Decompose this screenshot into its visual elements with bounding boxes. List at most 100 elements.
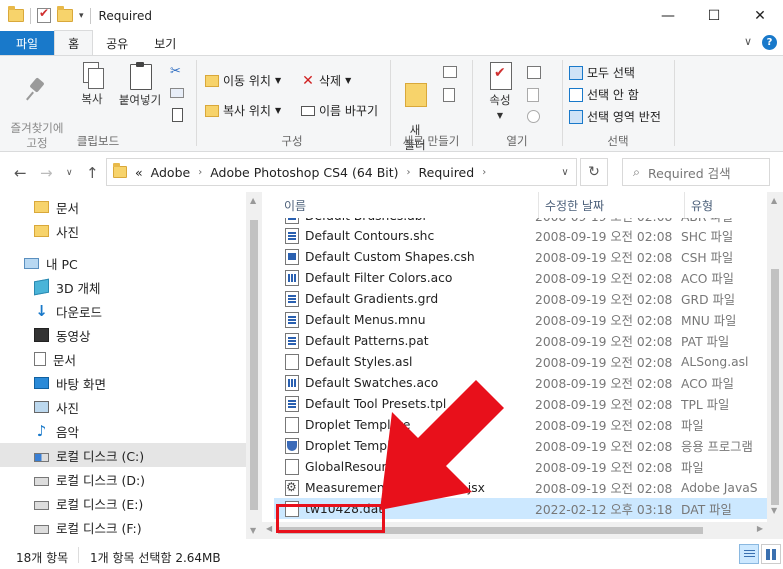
- file-list-scrollbar[interactable]: ▲ ▼: [767, 192, 783, 539]
- nav-item-label: 다운로드: [56, 304, 103, 320]
- invert-selection-button[interactable]: 선택 영역 반전: [569, 108, 661, 125]
- breadcrumb-item[interactable]: Adobe Photoshop CS4 (64 Bit): [210, 165, 398, 180]
- select-all-button[interactable]: 모두 선택: [569, 64, 635, 81]
- nav-item-drive-f[interactable]: 로컬 디스크 (F:): [0, 515, 246, 539]
- history-icon[interactable]: [527, 110, 540, 123]
- address-bar[interactable]: « Adobe › Adobe Photoshop CS4 (64 Bit) ›…: [106, 158, 577, 186]
- title-bar: ▾ Required — ☐ ✕: [0, 0, 783, 31]
- file-date: 2008-09-19 오전 02:08: [535, 271, 673, 286]
- minimize-button[interactable]: —: [645, 0, 691, 31]
- column-type[interactable]: 유형: [685, 192, 767, 218]
- copy-button[interactable]: 복사: [75, 62, 109, 107]
- nav-pane-scrollbar[interactable]: ▲ ▼: [246, 192, 262, 539]
- chevron-right-icon[interactable]: ›: [482, 167, 486, 178]
- nav-item-pictures[interactable]: 사진: [0, 395, 246, 419]
- nav-item-3d-objects[interactable]: 3D 개체: [0, 275, 246, 299]
- up-arrow-icon[interactable]: ↑: [86, 164, 99, 182]
- file-row[interactable]: Default Menus.mnu 2008-09-19 오전 02:08 MNU …: [274, 309, 767, 330]
- nav-item-music[interactable]: ♪ 음악: [0, 419, 246, 443]
- search-placeholder: Required 검색: [648, 165, 731, 181]
- nav-item-drive-c[interactable]: 로컬 디스크 (C:): [0, 443, 246, 467]
- easy-access-icon[interactable]: [443, 88, 455, 102]
- edit-icon[interactable]: [527, 88, 539, 102]
- open-icon[interactable]: [527, 66, 541, 79]
- scroll-up-icon[interactable]: ▲: [771, 196, 777, 205]
- copy-icon: [81, 62, 104, 89]
- rename-icon: [301, 105, 315, 116]
- scrollbar-thumb[interactable]: [771, 269, 779, 505]
- file-row[interactable]: Default Patterns.pat 2008-09-19 오전 02:08 P…: [274, 330, 767, 351]
- tab-share[interactable]: 공유: [93, 31, 141, 55]
- nav-item-documents[interactable]: 문서: [0, 347, 246, 371]
- tab-file[interactable]: 파일: [0, 31, 55, 55]
- search-input[interactable]: ⌕ Required 검색: [622, 158, 770, 186]
- large-icons-view-button[interactable]: [761, 544, 781, 564]
- file-row[interactable]: Default Custom Shapes.csh 2008-09-19 오전 0…: [274, 246, 767, 267]
- column-name[interactable]: 이름: [262, 192, 539, 218]
- nav-item-videos[interactable]: 동영상: [0, 323, 246, 347]
- chevron-right-icon[interactable]: ›: [407, 167, 411, 178]
- tab-home[interactable]: 홈: [54, 30, 94, 55]
- properties-quick-icon[interactable]: [37, 6, 51, 23]
- gradient-file-icon: [285, 290, 299, 307]
- forward-arrow-icon[interactable]: →: [40, 164, 53, 182]
- file-row[interactable]: Default Swatches.aco 2008-09-19 오전 02:08 A…: [274, 372, 767, 393]
- scrollbar-thumb[interactable]: [250, 220, 258, 510]
- chevron-right-icon[interactable]: ›: [198, 167, 202, 178]
- file-row[interactable]: Default Gradients.grd 2008-09-19 오전 02:08…: [274, 288, 767, 309]
- nav-item-label: 내 PC: [46, 256, 78, 272]
- nav-item-desktop[interactable]: 바탕 화면: [0, 371, 246, 395]
- scroll-left-icon[interactable]: ◀: [266, 524, 272, 533]
- address-history-dropdown[interactable]: ∨: [553, 158, 577, 186]
- breadcrumb-overflow[interactable]: «: [135, 165, 143, 180]
- file-row[interactable]: Default Tool Presets.tpl 2008-09-19 오전 02…: [274, 393, 767, 414]
- breadcrumb-item[interactable]: Adobe: [151, 165, 191, 180]
- refresh-button[interactable]: ↻: [580, 158, 608, 186]
- new-folder-quick-icon[interactable]: [57, 6, 73, 22]
- customize-quick-access-icon[interactable]: ▾: [79, 11, 84, 21]
- nav-item-downloads[interactable]: ↓ 다운로드: [0, 299, 246, 323]
- file-row[interactable]: Default Filter Colors.aco 2008-09-19 오전 0…: [274, 267, 767, 288]
- copy-path-icon[interactable]: [170, 88, 184, 98]
- select-none-button[interactable]: 선택 안 함: [569, 86, 639, 103]
- close-button[interactable]: ✕: [737, 0, 783, 31]
- scroll-down-icon[interactable]: ▼: [771, 506, 777, 515]
- scroll-up-icon[interactable]: ▲: [250, 196, 256, 205]
- nav-item-drive-d[interactable]: 로컬 디스크 (D:): [0, 467, 246, 491]
- nav-item-this-pc[interactable]: 내 PC: [0, 251, 246, 275]
- organize-group: 이동 위치 ▼ 복사 위치 ▼ ✕ 삭제 ▼ 이름 바꾸기 구성: [197, 56, 387, 152]
- maximize-button[interactable]: ☐: [691, 0, 737, 31]
- properties-label: 속성: [489, 93, 511, 107]
- scroll-right-icon[interactable]: ▶: [757, 524, 763, 533]
- file-row[interactable]: MeasurementScaleMarker.jsx2008-09-19 오전 …: [274, 477, 767, 498]
- move-to-button[interactable]: 이동 위치 ▼: [205, 72, 281, 89]
- properties-button[interactable]: 속성 ▼: [483, 62, 517, 123]
- file-row[interactable]: Default Contours.shc 2008-09-19 오전 02:08 S…: [274, 225, 767, 246]
- new-item-icon[interactable]: [443, 66, 457, 78]
- scroll-down-icon[interactable]: ▼: [250, 526, 256, 535]
- folder-icon: [113, 163, 127, 178]
- file-date: 2008-09-19 오전 02:08: [535, 397, 673, 412]
- breadcrumb-item[interactable]: Required: [419, 165, 475, 180]
- delete-button[interactable]: ✕ 삭제 ▼: [301, 72, 351, 89]
- back-arrow-icon[interactable]: ←: [14, 164, 27, 182]
- file-date: 2008-09-19 오전 02:08: [535, 439, 673, 454]
- tab-view[interactable]: 보기: [141, 31, 189, 55]
- nav-item-pictures-quick[interactable]: 사진: [0, 219, 246, 243]
- paste-shortcut-icon[interactable]: [172, 108, 183, 122]
- file-row[interactable]: Droplet Template 2008-09-19 오전 02:08 파일: [274, 414, 767, 435]
- cut-icon[interactable]: ✂: [170, 64, 181, 79]
- paste-button[interactable]: 붙여넣기: [114, 62, 166, 108]
- expand-ribbon-icon[interactable]: ∨: [744, 35, 752, 50]
- column-date-modified[interactable]: 수정한 날짜: [539, 192, 685, 218]
- rename-button[interactable]: 이름 바꾸기: [301, 102, 378, 119]
- file-row[interactable]: Droplet Template.exe 2008-09-19 오전 02:08 응…: [274, 435, 767, 456]
- file-row[interactable]: GlobalResources 2008-09-19 오전 02:08 파일: [274, 456, 767, 477]
- nav-item-drive-e[interactable]: 로컬 디스크 (E:): [0, 491, 246, 515]
- nav-item-documents-quick[interactable]: 문서: [0, 195, 246, 219]
- recent-locations-icon[interactable]: ∨: [66, 168, 73, 178]
- details-view-button[interactable]: [739, 544, 759, 564]
- file-row[interactable]: Default Styles.asl 2008-09-19 오전 02:08 ALS…: [274, 351, 767, 372]
- copy-to-button[interactable]: 복사 위치 ▼: [205, 102, 281, 119]
- help-icon[interactable]: ?: [762, 35, 777, 50]
